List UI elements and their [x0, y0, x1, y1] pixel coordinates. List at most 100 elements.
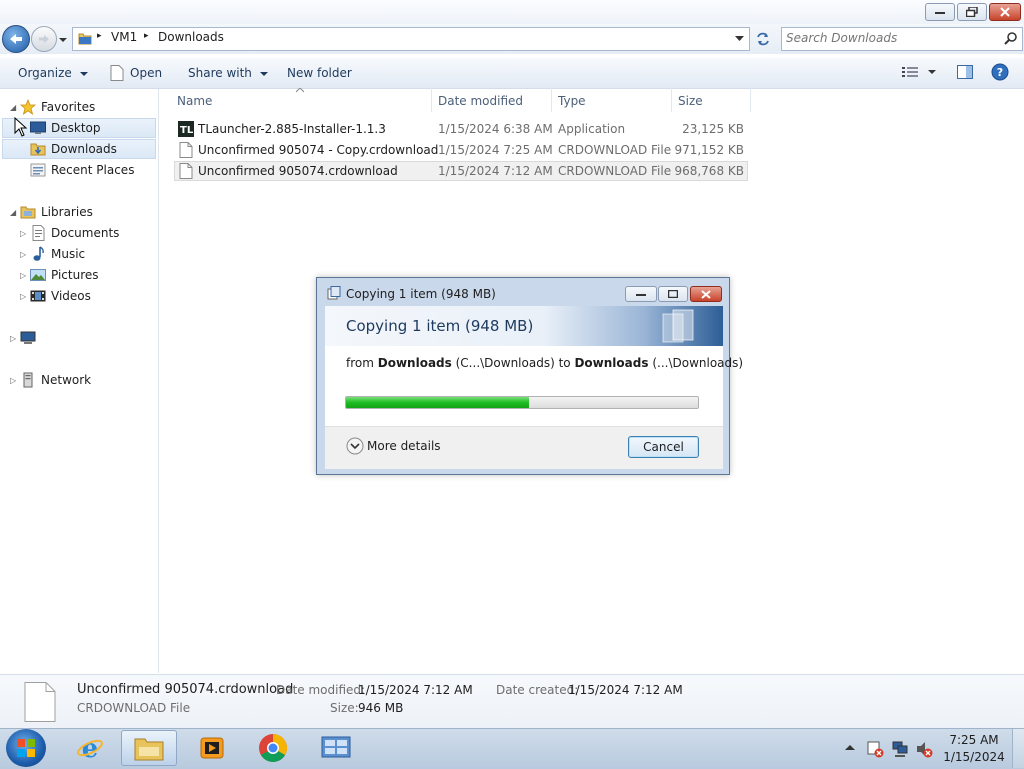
file-size: 971,152 KB	[674, 143, 744, 157]
taskbar-media-player[interactable]	[184, 730, 240, 766]
copy-animation-icon	[662, 309, 694, 343]
column-header-name[interactable]: Name	[177, 92, 212, 110]
videos-icon	[30, 290, 46, 302]
breadcrumb-vm1[interactable]: VM1	[111, 30, 137, 44]
restore-button[interactable]	[957, 3, 987, 21]
column-header-date-modified[interactable]: Date modified	[438, 92, 523, 110]
dialog-close-button[interactable]	[690, 286, 722, 302]
close-button[interactable]	[989, 3, 1021, 21]
recent-pages-dropdown[interactable]	[58, 33, 68, 47]
expand-icon[interactable]: ▷	[20, 229, 26, 238]
taskbar-file-explorer[interactable]	[121, 730, 177, 766]
more-details-toggle[interactable]: More details	[346, 437, 441, 455]
sidebar-item-pictures[interactable]: Pictures	[30, 265, 99, 285]
details-date-modified-label: Date modified:	[276, 683, 366, 697]
sidebar-item-label: Documents	[51, 226, 120, 240]
media-player-icon	[200, 737, 224, 759]
expand-icon[interactable]: ▷	[10, 334, 16, 343]
breadcrumb-downloads[interactable]: Downloads	[158, 30, 224, 44]
dialog-maximize-button[interactable]	[658, 286, 688, 302]
expand-icon[interactable]: ▷	[10, 376, 16, 385]
volume-muted-icon[interactable]	[915, 740, 933, 758]
minimize-button[interactable]	[925, 3, 955, 21]
taskbar-internet-explorer[interactable]: e	[62, 730, 118, 766]
windows-logo-icon	[17, 739, 35, 757]
restore-icon	[966, 7, 978, 17]
address-bar[interactable]: ▸ VM1 ▸ Downloads	[72, 27, 750, 51]
folder-icon	[78, 33, 92, 45]
expand-icon[interactable]: ▷	[20, 250, 26, 259]
show-desktop-button[interactable]	[1012, 729, 1024, 768]
svg-text:e: e	[82, 734, 99, 762]
chevron-down-icon	[59, 38, 67, 42]
help-button[interactable]: ?	[991, 63, 1009, 84]
file-row[interactable]: Unconfirmed 905074 - Copy.crdownload 1/1…	[174, 140, 748, 160]
sidebar-item-label: Music	[51, 247, 86, 261]
forward-button[interactable]	[31, 26, 57, 52]
sidebar-item-label: Desktop	[51, 121, 101, 135]
sidebar-item-computer[interactable]	[20, 328, 36, 348]
sidebar-item-downloads[interactable]: Downloads	[30, 139, 117, 159]
file-name: TLauncher-2.885-Installer-1.1.3	[198, 122, 386, 136]
column-separator[interactable]	[750, 88, 751, 112]
new-folder-button[interactable]: New folder	[287, 64, 352, 82]
clock-time[interactable]: 7:25 AM	[942, 733, 1006, 747]
column-separator[interactable]	[671, 88, 672, 112]
sidebar-item-documents[interactable]: Documents	[30, 223, 119, 243]
chevron-down-icon	[259, 72, 268, 76]
file-name: Unconfirmed 905074.crdownload	[198, 164, 398, 178]
chrome-icon	[259, 734, 287, 762]
open-button[interactable]: Open	[110, 64, 162, 82]
file-row-selected[interactable]: Unconfirmed 905074.crdownload 1/15/2024 …	[174, 161, 748, 181]
start-button[interactable]	[6, 729, 46, 767]
back-button[interactable]	[2, 25, 30, 53]
sidebar-item-favorites[interactable]: Favorites	[20, 97, 95, 117]
control-panel-icon	[321, 736, 351, 758]
collapse-icon[interactable]: ◢	[10, 103, 16, 112]
source-folder-link[interactable]: Downloads	[378, 356, 452, 370]
music-icon	[33, 246, 44, 261]
column-separator[interactable]	[431, 88, 432, 112]
file-row[interactable]: TL TLauncher-2.885-Installer-1.1.3 1/15/…	[174, 119, 748, 139]
network-status-icon[interactable]	[891, 740, 909, 758]
minimize-icon	[935, 12, 945, 14]
expand-icon[interactable]: ▷	[20, 292, 26, 301]
change-view-button[interactable]	[902, 66, 936, 78]
column-header-size[interactable]: Size	[678, 92, 703, 110]
taskbar-control-panel[interactable]	[308, 730, 364, 766]
organize-button[interactable]: Organize	[18, 64, 88, 82]
column-header-type[interactable]: Type	[558, 92, 586, 110]
dialog-title: Copying 1 item (948 MB)	[346, 287, 496, 301]
clock-date[interactable]: 1/15/2024	[942, 750, 1006, 764]
file-date: 1/15/2024 7:25 AM	[438, 143, 553, 157]
show-hidden-icons-icon[interactable]	[845, 744, 855, 751]
search-box[interactable]	[781, 27, 1023, 51]
taskbar-chrome[interactable]	[245, 730, 301, 766]
preview-pane-button[interactable]	[957, 65, 973, 82]
search-icon[interactable]	[1004, 31, 1018, 45]
sort-ascending-icon	[296, 88, 304, 93]
share-with-label: Share with	[188, 66, 252, 80]
column-separator[interactable]	[551, 88, 552, 112]
sidebar-item-libraries[interactable]: Libraries	[20, 202, 93, 222]
sidebar-item-network[interactable]: Network	[20, 370, 91, 390]
search-input[interactable]	[786, 30, 996, 46]
details-filename: Unconfirmed 905074.crdownload	[77, 682, 294, 697]
share-with-button[interactable]: Share with	[188, 64, 268, 82]
action-center-icon[interactable]	[866, 740, 884, 758]
address-dropdown-icon[interactable]	[735, 35, 744, 42]
expand-icon[interactable]: ▷	[20, 271, 26, 280]
sidebar-item-music[interactable]: Music	[30, 244, 85, 264]
cancel-button[interactable]: Cancel	[628, 436, 699, 458]
dialog-minimize-button[interactable]	[625, 286, 657, 302]
sidebar-item-desktop[interactable]: Desktop	[30, 118, 101, 138]
sidebar-item-label: Recent Places	[51, 163, 135, 177]
destination-folder-link[interactable]: Downloads	[574, 356, 648, 370]
document-icon	[110, 65, 124, 81]
sidebar-item-videos[interactable]: Videos	[30, 286, 91, 306]
source-path: (C...\Downloads)	[455, 356, 555, 370]
sidebar-item-recent-places[interactable]: Recent Places	[30, 160, 134, 180]
collapse-icon[interactable]: ◢	[10, 208, 16, 217]
sidebar-item-label: Downloads	[51, 142, 117, 156]
refresh-button[interactable]	[752, 28, 774, 50]
